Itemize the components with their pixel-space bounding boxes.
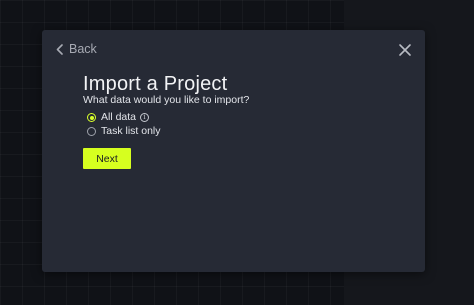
modal-title: Import a Project — [83, 73, 228, 95]
modal-subtitle: What data would you like to import? — [83, 94, 250, 106]
radio-task-list-only[interactable] — [87, 127, 96, 136]
close-icon — [397, 42, 413, 58]
info-icon[interactable]: i — [140, 113, 150, 122]
chevron-left-icon — [56, 43, 63, 55]
radio-all-data[interactable] — [87, 113, 96, 122]
import-options-radio-group: All data i Task list only — [87, 111, 161, 139]
back-label: Back — [69, 42, 97, 56]
import-project-modal: Back Import a Project What data would yo… — [42, 30, 425, 272]
option-task-list-only[interactable]: Task list only — [87, 125, 161, 138]
option-all-data[interactable]: All data i — [87, 111, 161, 124]
option-all-data-label: All data — [101, 111, 137, 123]
option-task-list-only-label: Task list only — [101, 125, 161, 137]
next-button[interactable]: Next — [83, 148, 131, 169]
close-button[interactable] — [397, 42, 413, 58]
back-button[interactable]: Back — [56, 42, 97, 56]
